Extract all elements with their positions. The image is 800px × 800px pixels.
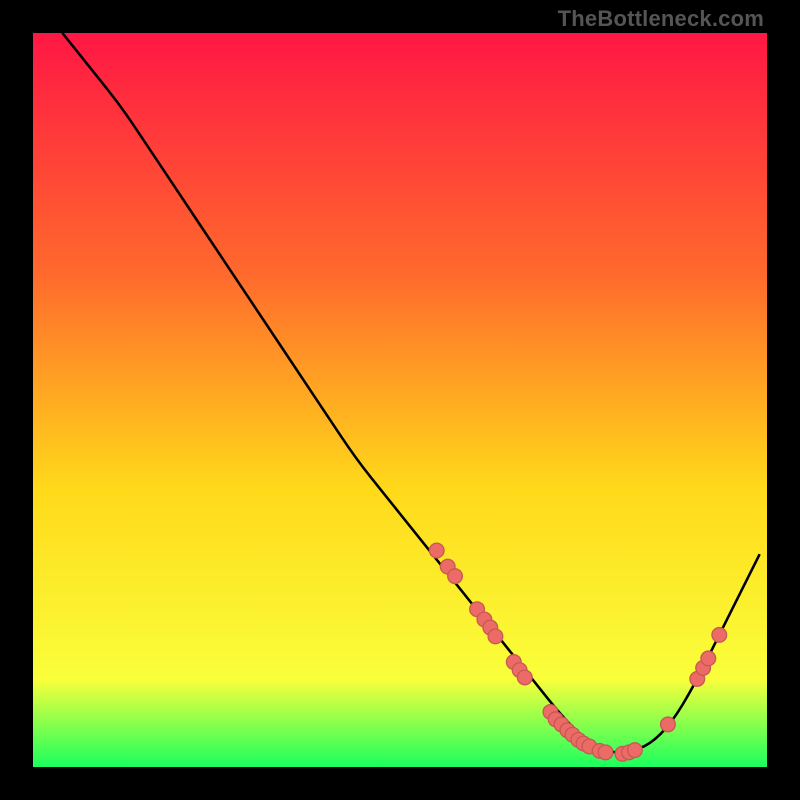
heat-gradient-background xyxy=(33,33,767,767)
scatter-point xyxy=(429,543,444,558)
scatter-point xyxy=(488,629,503,644)
chart-svg xyxy=(33,33,767,767)
scatter-point xyxy=(517,670,532,685)
watermark-text: TheBottleneck.com xyxy=(558,6,764,32)
chart-area xyxy=(33,33,767,767)
scatter-point xyxy=(712,628,727,643)
scatter-point xyxy=(628,743,643,758)
scatter-point xyxy=(701,651,716,666)
scatter-point xyxy=(598,745,613,760)
scatter-point xyxy=(661,717,676,732)
scatter-point xyxy=(448,569,463,584)
